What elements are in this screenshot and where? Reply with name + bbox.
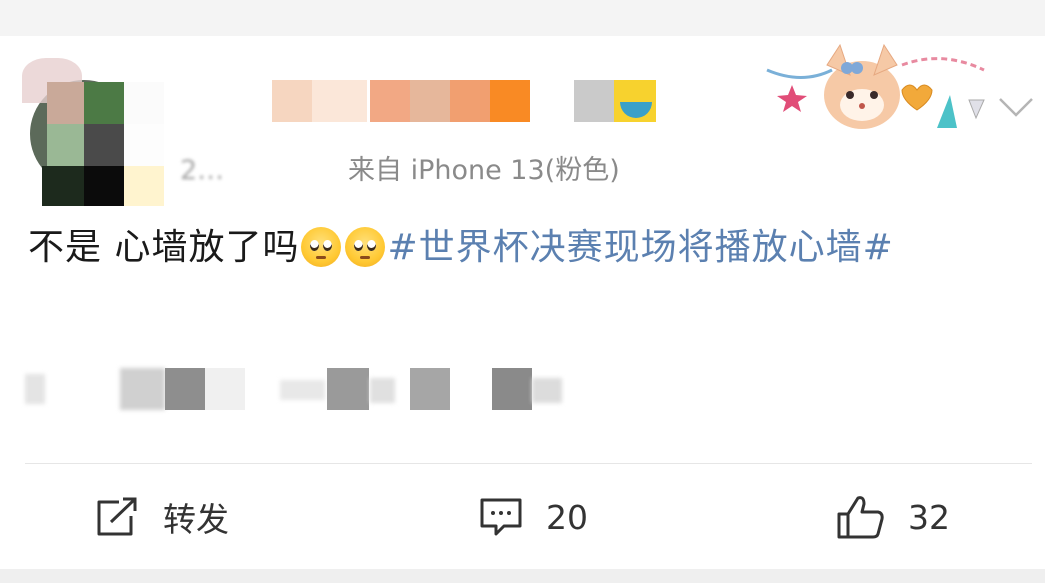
obscured-info-row (25, 368, 585, 410)
pleading-face-emoji-2 (345, 227, 386, 267)
post-meta: 2… 来自 iPhone 13(粉色) (180, 148, 620, 188)
repost-button[interactable]: 转发 (95, 492, 229, 542)
avatar[interactable] (22, 50, 164, 206)
username-obscured[interactable] (272, 80, 672, 122)
repost-label: 转发 (163, 500, 229, 539)
chevron-down-icon[interactable] (998, 95, 1034, 119)
post-body: 不是 心墙放了吗 #世界杯决赛现场将播放心墙# (28, 220, 1018, 276)
hashtag-link[interactable]: #世界杯决赛现场将播放心墙# (387, 227, 893, 268)
decoration-fox-garland (766, 43, 985, 129)
repost-icon (97, 497, 137, 536)
pleading-face-emoji-1 (301, 227, 342, 267)
post-timestamp: 2… (180, 155, 225, 186)
comment-button[interactable]: 20 (478, 492, 588, 542)
thumbs-up-icon (837, 496, 884, 539)
top-strip (0, 0, 1045, 36)
bottom-strip (0, 569, 1045, 583)
like-count: 32 (908, 497, 950, 537)
comment-icon (480, 498, 522, 536)
post-text: 不是 心墙放了吗 (28, 227, 300, 268)
comment-count: 20 (546, 497, 588, 537)
like-button[interactable]: 32 (836, 492, 950, 542)
post-source[interactable]: 来自 iPhone 13(粉色) (348, 155, 620, 186)
action-divider (25, 463, 1032, 464)
